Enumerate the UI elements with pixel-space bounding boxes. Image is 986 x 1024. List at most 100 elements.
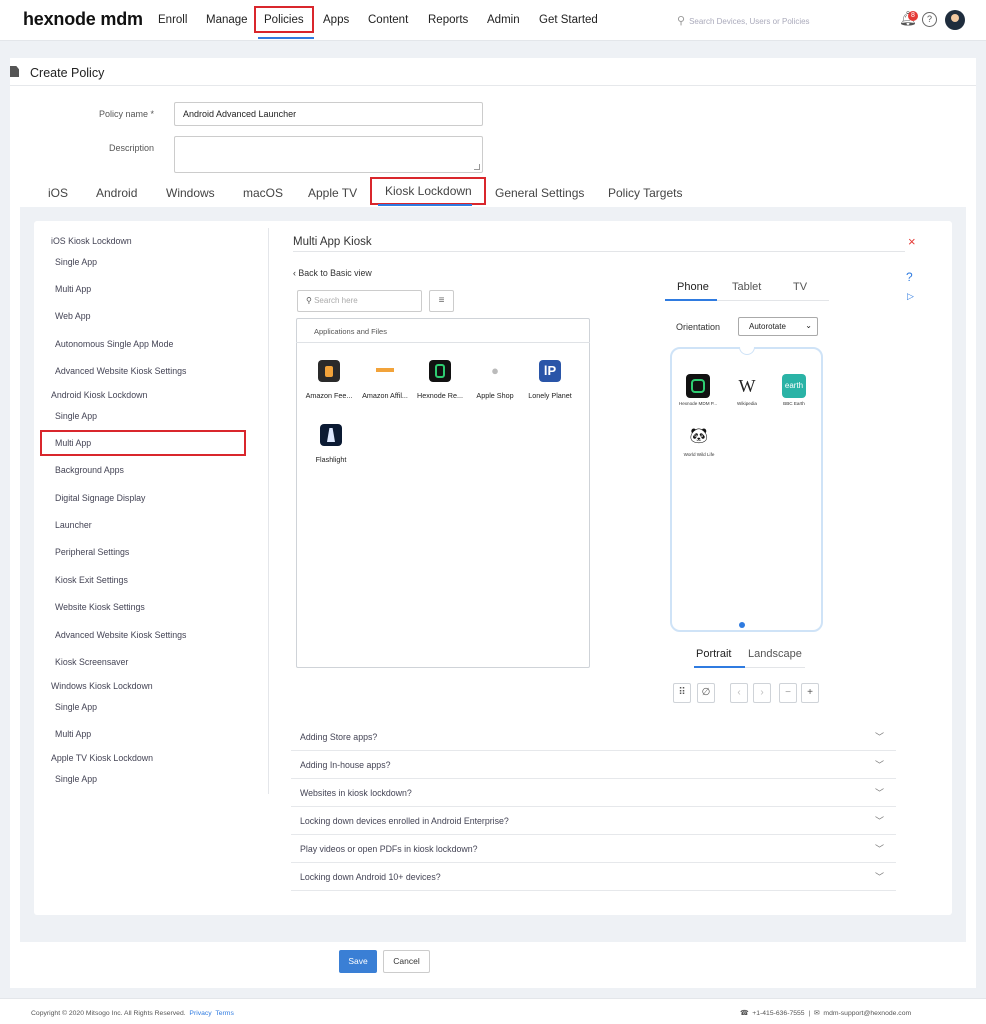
- terms-link[interactable]: Terms: [215, 1010, 234, 1017]
- sidebar-item-ios-advanced-website-kiosk[interactable]: Advanced Website Kiosk Settings: [55, 366, 186, 376]
- phone-app-bbc-earth[interactable]: earth BBC Earth: [774, 374, 814, 406]
- tab-kiosk-lockdown[interactable]: Kiosk Lockdown: [370, 177, 486, 205]
- nav-apps[interactable]: Apps: [323, 14, 349, 26]
- notification-badge: 8: [908, 11, 918, 21]
- avatar[interactable]: [945, 10, 965, 30]
- global-search[interactable]: ⚲ Search Devices, Users or Policies: [677, 14, 810, 27]
- chevron-right-icon[interactable]: ›: [753, 683, 771, 703]
- app-flashlight[interactable]: Flashlight: [300, 424, 362, 464]
- phone-app-wwf[interactable]: 🐼︎ World Wild Life: [679, 425, 719, 457]
- copyright-text: Copyright © 2020 Mitsogo Inc. All Rights…: [31, 1010, 234, 1017]
- app-search-input[interactable]: ⚲ Search here: [297, 290, 422, 312]
- app-amazon-feedback[interactable]: Amazon Fee...: [298, 360, 360, 400]
- faq-item-websites[interactable]: Websites in kiosk lockdown? ﹀: [291, 779, 896, 807]
- sidebar-item-android-advanced-website-kiosk[interactable]: Advanced Website Kiosk Settings: [55, 630, 186, 640]
- tab-policy-targets[interactable]: Policy Targets: [608, 186, 682, 200]
- sidebar-item-autonomous-single-app[interactable]: Autonomous Single App Mode: [55, 339, 173, 349]
- privacy-link[interactable]: Privacy: [189, 1010, 211, 1017]
- sidebar-item-launcher[interactable]: Launcher: [55, 520, 92, 530]
- tab-active-indicator: [378, 204, 472, 206]
- nav-manage[interactable]: Manage: [206, 14, 248, 26]
- nav-policies[interactable]: Policies: [254, 6, 314, 33]
- tab-windows[interactable]: Windows: [166, 186, 215, 200]
- tab-ios[interactable]: iOS: [48, 186, 68, 200]
- phone-app-hexnode[interactable]: Hexnode MDM P...: [678, 374, 718, 406]
- tab-apple-tv[interactable]: Apple TV: [308, 186, 357, 200]
- tab-macos[interactable]: macOS: [243, 186, 283, 200]
- page-indicator-dot: [739, 622, 745, 628]
- faq-item-store-apps[interactable]: Adding Store apps? ﹀: [291, 723, 896, 751]
- sidebar-item-ios-web-app[interactable]: Web App: [55, 311, 91, 321]
- hexnode-logo[interactable]: hexnode mdm: [23, 9, 143, 30]
- tab-landscape[interactable]: Landscape: [748, 648, 802, 660]
- faq-item-android-enterprise[interactable]: Locking down devices enrolled in Android…: [291, 807, 896, 835]
- faq-item-android-10[interactable]: Locking down Android 10+ devices? ﹀: [291, 863, 896, 891]
- filter-icon[interactable]: ≡: [429, 290, 454, 312]
- flashlight-icon: [320, 424, 342, 446]
- sidebar-item-android-multi-app[interactable]: Multi App: [55, 438, 91, 448]
- tab-android[interactable]: Android: [96, 186, 137, 200]
- faq-label: Locking down devices enrolled in Android…: [300, 816, 509, 826]
- zoom-in-icon[interactable]: +: [801, 683, 819, 703]
- sidebar-item-website-kiosk-settings[interactable]: Website Kiosk Settings: [55, 602, 145, 612]
- global-search-placeholder: Search Devices, Users or Policies: [689, 17, 810, 26]
- sidebar-item-kiosk-screensaver[interactable]: Kiosk Screensaver: [55, 657, 128, 667]
- play-video-icon[interactable]: ▷: [907, 291, 914, 302]
- app-apple-shop[interactable]: ● Apple Shop: [464, 360, 526, 400]
- sidebar-item-background-apps[interactable]: Background Apps: [55, 465, 124, 475]
- sidebar-item-ios-multi-app[interactable]: Multi App: [55, 284, 91, 294]
- lonely-planet-icon: lP: [539, 360, 561, 382]
- grid-icon[interactable]: ⠿: [673, 683, 691, 703]
- tab-phone[interactable]: Phone: [677, 281, 709, 293]
- back-to-basic-view-link[interactable]: ‹ Back to Basic view: [293, 268, 372, 278]
- cancel-button[interactable]: Cancel: [383, 950, 430, 973]
- phone-app-wikipedia[interactable]: W Wikipedia: [727, 374, 767, 406]
- nav-admin[interactable]: Admin: [487, 14, 520, 26]
- faq-label: Locking down Android 10+ devices?: [300, 872, 441, 882]
- app-hexnode-remote[interactable]: Hexnode Re...: [409, 360, 471, 400]
- faq-label: Play videos or open PDFs in kiosk lockdo…: [300, 844, 478, 854]
- chevron-down-icon: ⌄: [805, 321, 812, 330]
- app-lonely-planet[interactable]: lP Lonely Planet: [519, 360, 581, 400]
- close-icon[interactable]: ×: [908, 234, 916, 249]
- orientation-select[interactable]: Autorotate ⌄: [738, 317, 818, 336]
- sidebar-item-appletv-single-app[interactable]: Single App: [55, 774, 97, 784]
- sidebar-item-windows-multi-app[interactable]: Multi App: [55, 729, 91, 739]
- nav-get-started[interactable]: Get Started: [539, 14, 598, 26]
- sidebar-item-ios-single-app[interactable]: Single App: [55, 257, 97, 267]
- zoom-out-icon[interactable]: −: [779, 683, 797, 703]
- amazon-icon: [318, 360, 340, 382]
- sidebar-item-digital-signage[interactable]: Digital Signage Display: [55, 493, 145, 503]
- faq-item-inhouse-apps[interactable]: Adding In-house apps? ﹀: [291, 751, 896, 779]
- nav-reports[interactable]: Reports: [428, 14, 468, 26]
- save-button[interactable]: Save: [339, 950, 377, 973]
- tab-tablet[interactable]: Tablet: [732, 281, 761, 293]
- sidebar-item-android-single-app[interactable]: Single App: [55, 411, 97, 421]
- nav-content[interactable]: Content: [368, 14, 408, 26]
- sidebar-header-android: Android Kiosk Lockdown: [51, 390, 148, 400]
- description-textarea[interactable]: [174, 136, 483, 173]
- search-icon: ⚲: [677, 15, 686, 27]
- tab-general-settings[interactable]: General Settings: [495, 186, 584, 200]
- support-email[interactable]: mdm-support@hexnode.com: [823, 1010, 911, 1017]
- app-label: Hexnode Re...: [417, 391, 463, 400]
- help-question-icon[interactable]: ?: [906, 270, 913, 284]
- chevron-down-icon: ﹀: [874, 872, 884, 882]
- phone-app-label: BBC Earth: [783, 401, 805, 406]
- policy-name-input[interactable]: Android Advanced Launcher: [174, 102, 483, 126]
- tab-tv[interactable]: TV: [793, 281, 807, 293]
- sidebar-item-peripheral-settings[interactable]: Peripheral Settings: [55, 547, 129, 557]
- link-icon[interactable]: ∅: [697, 683, 715, 703]
- faq-item-videos-pdfs[interactable]: Play videos or open PDFs in kiosk lockdo…: [291, 835, 896, 863]
- amazon-logo-icon: [374, 360, 396, 382]
- search-icon: ⚲: [306, 296, 315, 305]
- tab-portrait[interactable]: Portrait: [696, 648, 731, 660]
- sidebar-item-windows-single-app[interactable]: Single App: [55, 702, 97, 712]
- app-amazon-affiliate[interactable]: Amazon Affil...: [354, 360, 416, 400]
- hexnode-icon: [686, 374, 710, 398]
- phone-app-label: World Wild Life: [683, 452, 715, 457]
- help-icon[interactable]: ?: [922, 12, 937, 27]
- nav-enroll[interactable]: Enroll: [158, 14, 187, 26]
- sidebar-item-kiosk-exit-settings[interactable]: Kiosk Exit Settings: [55, 575, 128, 585]
- chevron-left-icon[interactable]: ‹: [730, 683, 748, 703]
